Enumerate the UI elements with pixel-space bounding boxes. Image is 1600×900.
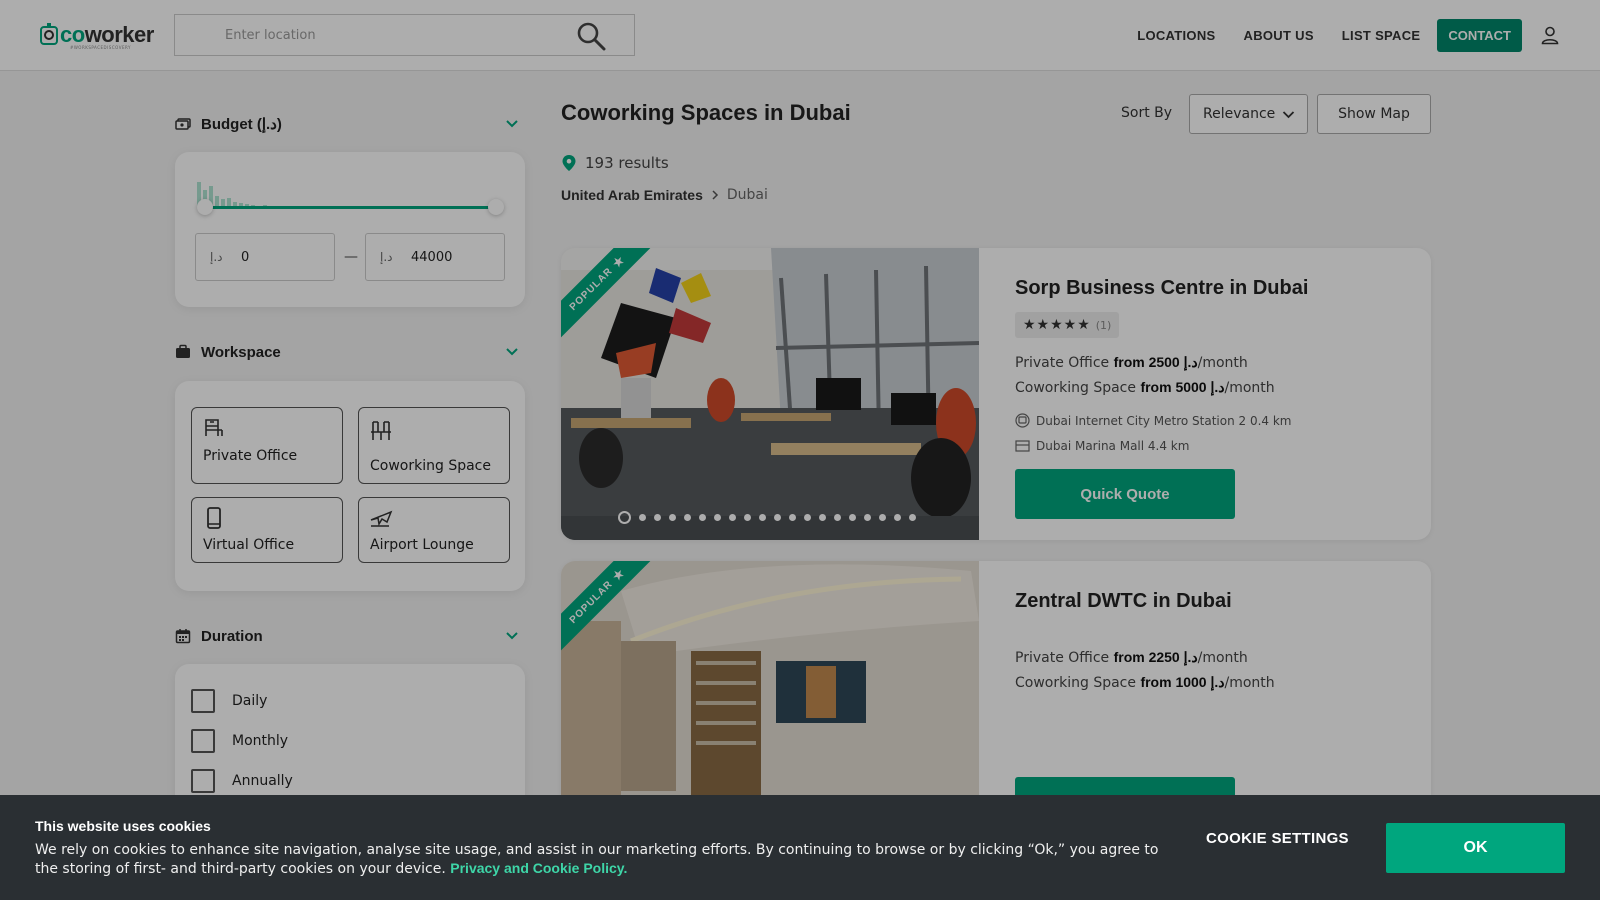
cookie-title: This website uses cookies xyxy=(35,818,211,834)
modal-backdrop[interactable] xyxy=(0,0,1600,900)
cookie-settings-button[interactable]: COOKIE SETTINGS xyxy=(1206,830,1349,847)
cookie-text: We rely on cookies to enhance site navig… xyxy=(35,842,1159,877)
cookie-ok-button[interactable]: OK xyxy=(1386,823,1565,873)
privacy-policy-link[interactable]: Privacy and Cookie Policy. xyxy=(450,860,627,876)
cookie-banner: This website uses cookies We rely on coo… xyxy=(0,795,1600,900)
